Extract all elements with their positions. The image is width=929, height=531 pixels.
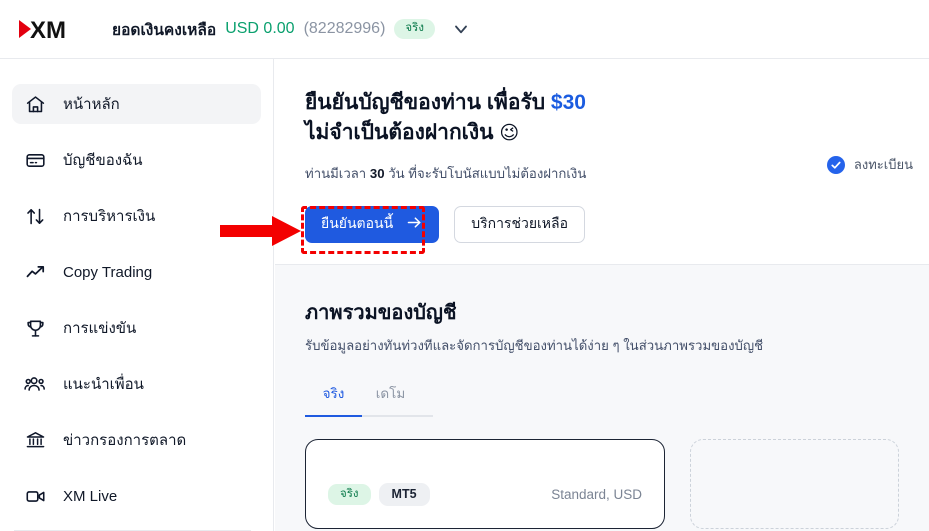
platform-chip: MT5 bbox=[378, 483, 430, 506]
registration-status: ลงทะเบียน bbox=[826, 154, 913, 175]
home-icon bbox=[22, 91, 48, 117]
sidebar-item-copy-trading[interactable]: Copy Trading bbox=[12, 252, 261, 292]
trophy-icon bbox=[22, 315, 48, 341]
account-number: (82282996) bbox=[303, 20, 386, 37]
account-card-meta: Standard, USD bbox=[551, 487, 642, 502]
account-overview-section: ภาพรวมของบัญชี รับข้อมูลอย่างทันท่วงทีแล… bbox=[275, 264, 929, 531]
check-circle-icon bbox=[826, 155, 845, 174]
support-service-label: บริการช่วยเหลือ bbox=[471, 215, 569, 232]
trending-up-icon bbox=[22, 259, 48, 285]
verify-now-label: ยืนยันตอนนี้ bbox=[321, 215, 394, 232]
promo-title-line1: ยืนยันบัญชีของท่าน เพื่อรับ bbox=[305, 91, 551, 114]
xm-logo[interactable]: XM bbox=[17, 16, 79, 42]
sidebar-navigation: หน้าหลัก บัญชีของฉัน การบริหารเงิน Copy … bbox=[0, 59, 274, 531]
account-cards-row: จริง MT5 Standard, USD bbox=[305, 439, 899, 529]
sidebar-item-funds-management[interactable]: การบริหารเงิน bbox=[12, 196, 261, 236]
sidebar-item-xm-live[interactable]: XM Live bbox=[12, 476, 261, 516]
top-header: XM ยอดเงินคงเหลือ USD 0.00 (82282996) จร… bbox=[0, 0, 929, 59]
balance-label: ยอดเงินคงเหลือ bbox=[112, 21, 217, 39]
account-type-chip: จริง bbox=[328, 483, 371, 506]
account-balance-summary[interactable]: ยอดเงินคงเหลือ USD 0.00 (82282996) จริง bbox=[112, 17, 435, 42]
bank-icon bbox=[22, 427, 48, 453]
sidebar-item-label: XM Live bbox=[63, 487, 118, 505]
account-type-tabs: จริง เดโม bbox=[305, 382, 433, 417]
sidebar-item-label: แนะนำเพื่อน bbox=[63, 376, 144, 393]
active-tab-indicator bbox=[305, 415, 362, 417]
promo-subtitle-post: วัน ที่จะรับโบนัสแบบไม่ต้องฝากเงิน bbox=[384, 165, 587, 181]
verify-now-button[interactable]: ยืนยันตอนนี้ bbox=[305, 205, 440, 243]
promo-days-count: 30 bbox=[369, 165, 385, 181]
people-group-icon bbox=[22, 371, 48, 397]
balance-amount: USD 0.00 bbox=[225, 20, 295, 37]
sidebar-item-label: Copy Trading bbox=[63, 263, 153, 281]
overview-subtitle: รับข้อมูลอย่างทันท่วงทีและจัดการบัญชีของ… bbox=[305, 338, 764, 353]
promo-title: ยืนยันบัญชีของท่าน เพื่อรับ $30 ไม่จำเป็… bbox=[305, 88, 899, 148]
sidebar-item-label: การบริหารเงิน bbox=[63, 208, 156, 225]
verification-promo-banner: ยืนยันบัญชีของท่าน เพื่อรับ $30 ไม่จำเป็… bbox=[275, 59, 929, 264]
main-content: ยืนยันบัญชีของท่าน เพื่อรับ $30 ไม่จำเป็… bbox=[275, 59, 929, 531]
sidebar-item-my-accounts[interactable]: บัญชีของฉัน bbox=[12, 140, 261, 180]
add-account-placeholder-card[interactable] bbox=[690, 439, 899, 529]
sidebar-item-label: ข่าวกรองการตลาด bbox=[63, 432, 187, 449]
promo-subtitle: ท่านมีเวลา 30 วัน ที่จะรับโบนัสแบบไม่ต้อ… bbox=[305, 163, 899, 184]
promo-action-row: ยืนยันตอนนี้ บริการช่วยเหลือ bbox=[305, 205, 899, 243]
support-service-button[interactable]: บริการช่วยเหลือ bbox=[454, 205, 586, 243]
sidebar-item-refer-a-friend[interactable]: แนะนำเพื่อน bbox=[12, 364, 261, 404]
account-card-chips: จริง MT5 bbox=[328, 483, 430, 506]
sidebar-item-competitions[interactable]: การแข่งขัน bbox=[12, 308, 261, 348]
wink-emoji: 😉 bbox=[499, 122, 520, 144]
tab-demo[interactable]: เดโม bbox=[362, 382, 419, 415]
svg-text:XM: XM bbox=[30, 17, 66, 42]
promo-subtitle-pre: ท่านมีเวลา bbox=[305, 165, 370, 181]
chevron-down-icon[interactable] bbox=[451, 19, 471, 39]
account-type-badge: จริง bbox=[394, 18, 435, 40]
xm-dashboard-page: XM ยอดเงินคงเหลือ USD 0.00 (82282996) จร… bbox=[0, 0, 929, 531]
sidebar-item-label: บัญชีของฉัน bbox=[63, 152, 143, 169]
registration-status-label: ลงทะเบียน bbox=[853, 157, 913, 172]
tab-real[interactable]: จริง bbox=[305, 382, 362, 415]
overview-title: ภาพรวมของบัญชี bbox=[305, 302, 457, 324]
sidebar-item-label: การแข่งขัน bbox=[63, 320, 137, 337]
promo-bonus-amount: $30 bbox=[550, 91, 586, 114]
promo-title-line2: ไม่จำเป็นต้องฝากเงิน bbox=[305, 120, 500, 144]
transfer-arrows-icon bbox=[22, 203, 48, 229]
sidebar-item-home[interactable]: หน้าหลัก bbox=[12, 84, 261, 124]
video-camera-icon bbox=[22, 483, 48, 509]
sidebar-item-label: หน้าหลัก bbox=[63, 96, 120, 113]
card-icon bbox=[22, 147, 48, 173]
arrow-right-icon bbox=[406, 214, 423, 234]
account-card[interactable]: จริง MT5 Standard, USD bbox=[305, 439, 665, 529]
sidebar-item-market-intelligence[interactable]: ข่าวกรองการตลาด bbox=[12, 420, 261, 460]
